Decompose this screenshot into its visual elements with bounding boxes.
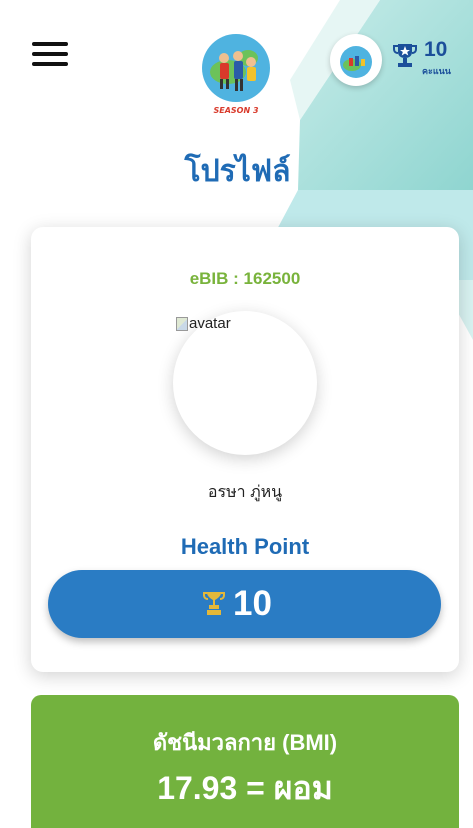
user-name: อรษา ภู่หนู <box>207 484 283 501</box>
mini-logo-icon <box>340 46 372 78</box>
health-point-label: Health Point <box>180 534 310 559</box>
avatar[interactable] <box>173 311 317 455</box>
header-score-label: คะแนน <box>422 66 451 76</box>
logo-graphic <box>202 34 270 102</box>
hamburger-menu-icon[interactable] <box>32 40 70 68</box>
bmi-label: ดัชนีมวลกาย (BMI) <box>152 730 338 755</box>
health-point-value: 10 <box>233 584 272 623</box>
broken-image-icon <box>176 317 188 332</box>
avatar-broken-image: avatar <box>176 315 231 332</box>
health-point-button[interactable]: 10 <box>48 570 441 638</box>
trophy-icon <box>393 44 417 67</box>
profile-card: eBIB : 162500 avatar อรษา ภู่หนู Health … <box>31 227 459 672</box>
trophy-icon <box>203 592 225 615</box>
logo-season-text: SEASON 3 <box>213 106 259 115</box>
bmi-card[interactable]: ดัชนีมวลกาย (BMI) 17.93 = ผอม <box>31 695 459 828</box>
avatar-alt-text: avatar <box>189 315 231 332</box>
header-avatar[interactable] <box>330 34 382 86</box>
bmi-value: 17.93 = ผอม <box>157 770 333 806</box>
header-score-value: 10 <box>424 38 448 61</box>
ebib-number: eBIB : 162500 <box>189 269 301 288</box>
app-logo: SEASON 3 <box>190 12 282 120</box>
page-title: โปรไฟล์ <box>184 155 291 188</box>
